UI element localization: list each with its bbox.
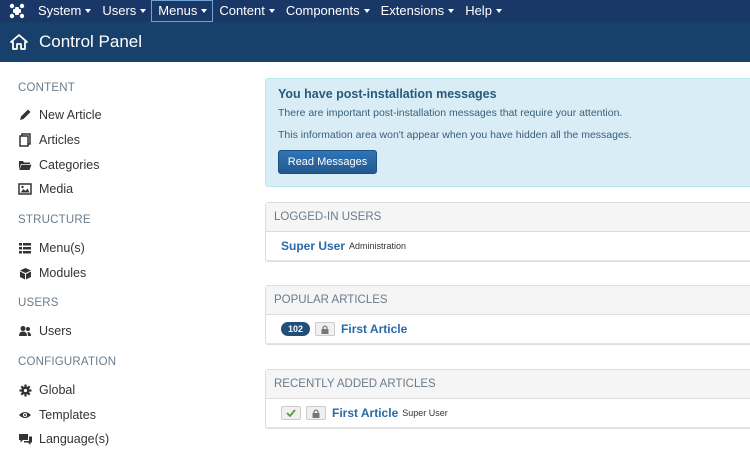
sidebar-item-label: Language(s) — [39, 432, 110, 446]
sidebar-section-content: CONTENT — [18, 82, 75, 94]
post-install-alert: You have post-installation messages Ther… — [265, 78, 750, 187]
menu-extensions-label: Extensions — [380, 3, 445, 18]
menu-content-label: Content — [219, 3, 265, 18]
article-author: Super User — [402, 408, 448, 418]
sidebar-section-users: USERS — [18, 297, 59, 309]
sidebar: CONTENT New Article Articles Categories … — [0, 62, 250, 452]
cube-icon — [17, 266, 33, 280]
sidebar-item-label: Users — [39, 324, 72, 338]
caret-down-icon — [140, 8, 147, 13]
alert-text-2: This information area won't appear when … — [278, 129, 632, 141]
user-link[interactable]: Super User — [281, 239, 345, 253]
folder-icon — [17, 158, 33, 172]
menu-help[interactable]: Help — [459, 0, 507, 22]
published-check-icon[interactable] — [281, 406, 301, 420]
menu-components-label: Components — [285, 3, 360, 18]
sidebar-item-categories[interactable]: Categories — [17, 156, 99, 174]
image-icon — [17, 182, 33, 196]
list-icon — [17, 241, 33, 255]
panel-title: RECENTLY ADDED ARTICLES — [266, 370, 750, 399]
caret-down-icon — [268, 8, 275, 13]
recent-articles-panel: RECENTLY ADDED ARTICLES First Article Su… — [265, 369, 750, 429]
gear-icon — [17, 383, 33, 397]
article-link[interactable]: First Article — [332, 406, 398, 420]
sidebar-item-languages[interactable]: Language(s) — [17, 430, 109, 448]
alert-title: You have post-installation messages — [278, 87, 497, 101]
sidebar-section-structure: STRUCTURE — [18, 214, 91, 226]
sidebar-item-label: New Article — [39, 108, 102, 122]
popular-articles-panel: POPULAR ARTICLES 102 First Article — [265, 285, 750, 345]
eye-icon — [17, 408, 33, 422]
menu-content[interactable]: Content — [213, 0, 280, 22]
sidebar-item-new-article[interactable]: New Article — [17, 106, 102, 124]
list-item: First Article Super User — [266, 399, 750, 428]
menu-components[interactable]: Components — [280, 0, 375, 22]
read-messages-button[interactable]: Read Messages — [278, 150, 377, 174]
sidebar-item-label: Menu(s) — [39, 241, 85, 255]
panel-title: POPULAR ARTICLES — [266, 286, 750, 315]
page-title: Control Panel — [39, 32, 143, 51]
lock-icon[interactable] — [306, 406, 326, 420]
list-item: 102 First Article — [266, 315, 750, 344]
hits-badge: 102 — [281, 322, 311, 336]
pencil-icon — [17, 108, 33, 122]
sidebar-item-modules[interactable]: Modules — [17, 264, 86, 282]
sidebar-item-articles[interactable]: Articles — [17, 131, 80, 149]
user-area: Administration — [349, 241, 407, 251]
caret-down-icon — [448, 8, 455, 13]
panel-title: LOGGED-IN USERS — [266, 203, 750, 232]
sidebar-item-users[interactable]: Users — [17, 322, 72, 340]
menu-system[interactable]: System — [32, 0, 96, 22]
caret-down-icon — [363, 8, 370, 13]
caret-down-icon — [495, 8, 502, 13]
comments-icon — [17, 432, 33, 446]
sidebar-item-menus[interactable]: Menu(s) — [17, 239, 85, 257]
list-item: Super User Administration — [266, 232, 750, 261]
sidebar-item-templates[interactable]: Templates — [17, 406, 96, 424]
menu-users[interactable]: Users — [96, 0, 151, 22]
sidebar-item-label: Templates — [39, 408, 96, 422]
sidebar-item-label: Articles — [39, 133, 80, 147]
sidebar-item-label: Global — [39, 383, 76, 397]
sidebar-item-media[interactable]: Media — [17, 180, 73, 198]
caret-down-icon — [85, 8, 92, 13]
menu-system-label: System — [38, 3, 82, 18]
sidebar-item-global[interactable]: Global — [17, 381, 75, 399]
top-navbar: System Users Menus Content Components Ex… — [0, 0, 750, 22]
menu-help-label: Help — [465, 3, 492, 18]
sidebar-item-label: Modules — [39, 266, 87, 280]
main-menu: System Users Menus Content Components Ex… — [32, 0, 507, 22]
lock-icon[interactable] — [315, 322, 336, 336]
alert-text-1: There are important post-installation me… — [278, 107, 623, 119]
menu-menus[interactable]: Menus — [151, 0, 214, 22]
sidebar-item-label: Categories — [39, 158, 100, 172]
menu-menus-label: Menus — [158, 3, 198, 18]
caret-down-icon — [201, 8, 208, 13]
users-icon — [17, 324, 33, 338]
copy-icon — [17, 133, 33, 147]
sidebar-item-label: Media — [39, 182, 74, 196]
joomla-logo-icon[interactable] — [8, 2, 26, 20]
logged-in-users-panel: LOGGED-IN USERS Super User Administratio… — [265, 202, 750, 262]
menu-users-label: Users — [102, 3, 137, 18]
sidebar-section-configuration: CONFIGURATION — [18, 356, 117, 368]
menu-extensions[interactable]: Extensions — [375, 0, 460, 22]
home-icon — [10, 34, 28, 50]
page-header: Control Panel — [0, 22, 750, 62]
article-link[interactable]: First Article — [341, 322, 407, 336]
